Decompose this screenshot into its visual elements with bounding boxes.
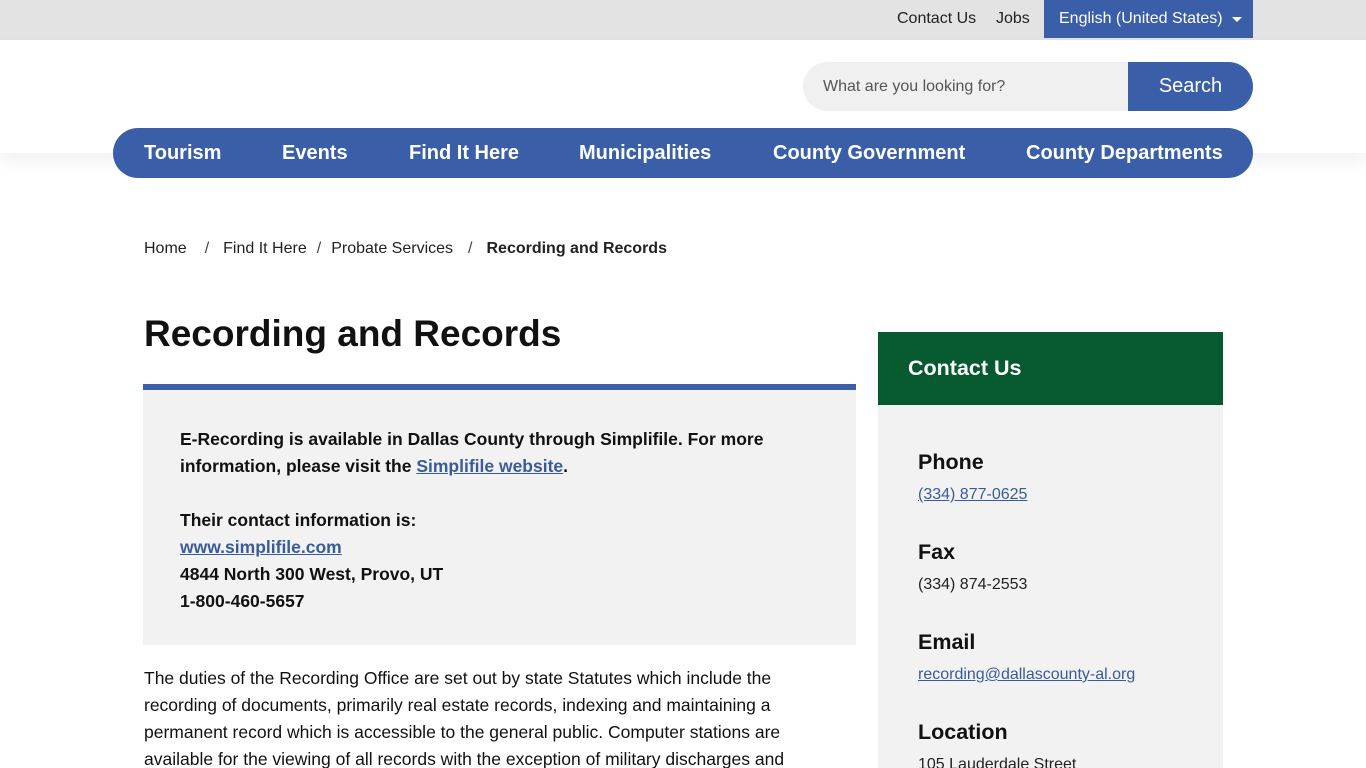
main-navigation: Tourism Events Find It Here Municipaliti… <box>113 128 1253 178</box>
page-title: Recording and Records <box>144 313 562 354</box>
nav-item-events[interactable]: Events <box>282 142 348 165</box>
nav-item-municipalities[interactable]: Municipalities <box>579 142 711 165</box>
notice-contact-heading: Their contact information is: <box>180 510 417 530</box>
e-recording-notice: E-Recording is available in Dallas Count… <box>143 384 856 645</box>
fax-label: Fax <box>918 540 956 564</box>
breadcrumb-home-link[interactable]: Home <box>144 240 187 257</box>
top-contact-us-link[interactable]: Contact Us <box>897 10 976 28</box>
simplifile-url-link[interactable]: www.simplifile.com <box>180 537 342 557</box>
language-selector[interactable]: English (United States) <box>1044 0 1253 38</box>
breadcrumb-separator: / <box>316 240 322 257</box>
nav-item-find-it-here[interactable]: Find It Here <box>409 142 519 165</box>
notice-address: 4844 North 300 West, Provo, UT <box>180 564 444 584</box>
email-label: Email <box>918 630 976 654</box>
fax-value: (334) 874-2553 <box>918 576 1028 593</box>
breadcrumb-find-it-here-link[interactable]: Find It Here <box>223 240 307 257</box>
notice-intro: E-Recording is available in Dallas Count… <box>180 426 820 480</box>
recording-office-description: The duties of the Recording Office are s… <box>144 668 785 768</box>
nav-item-tourism[interactable]: Tourism <box>144 142 221 165</box>
location-label: Location <box>918 720 1008 744</box>
email-link[interactable]: recording@dallascounty-al.org <box>918 666 1135 684</box>
notice-spacer <box>180 480 820 507</box>
breadcrumb-probate-services-link[interactable]: Probate Services <box>331 240 453 257</box>
notice-intro-period: . <box>563 456 569 476</box>
top-utility-bar: Contact Us Jobs English (United States) <box>0 0 1366 40</box>
nav-item-county-departments[interactable]: County Departments <box>1026 142 1223 165</box>
notice-phone: 1-800-460-5657 <box>180 591 305 611</box>
language-selector-label: English (United States) <box>1059 10 1223 27</box>
search-button[interactable]: Search <box>1128 62 1253 111</box>
breadcrumb-current: Recording and Records <box>486 240 667 257</box>
breadcrumb-separator: / <box>204 240 210 257</box>
breadcrumb-separator: / <box>468 240 473 257</box>
top-jobs-link[interactable]: Jobs <box>996 10 1030 28</box>
phone-label: Phone <box>918 450 984 474</box>
location-value: 105 Lauderdale Street <box>918 756 1077 768</box>
breadcrumb: Home / Find It Here / Probate Services / Recor… <box>144 240 667 258</box>
nav-item-county-government[interactable]: County Government <box>773 142 965 165</box>
search-input[interactable] <box>803 62 1143 111</box>
chevron-down-icon <box>1232 17 1242 22</box>
phone-link[interactable]: (334) 877-0625 <box>918 486 1027 504</box>
contact-card-title: Contact Us <box>878 332 1223 405</box>
contact-card: Phone (334) 877-0625 Fax (334) 874-2553 … <box>878 405 1223 768</box>
simplifile-website-link[interactable]: Simplifile website <box>416 456 563 476</box>
